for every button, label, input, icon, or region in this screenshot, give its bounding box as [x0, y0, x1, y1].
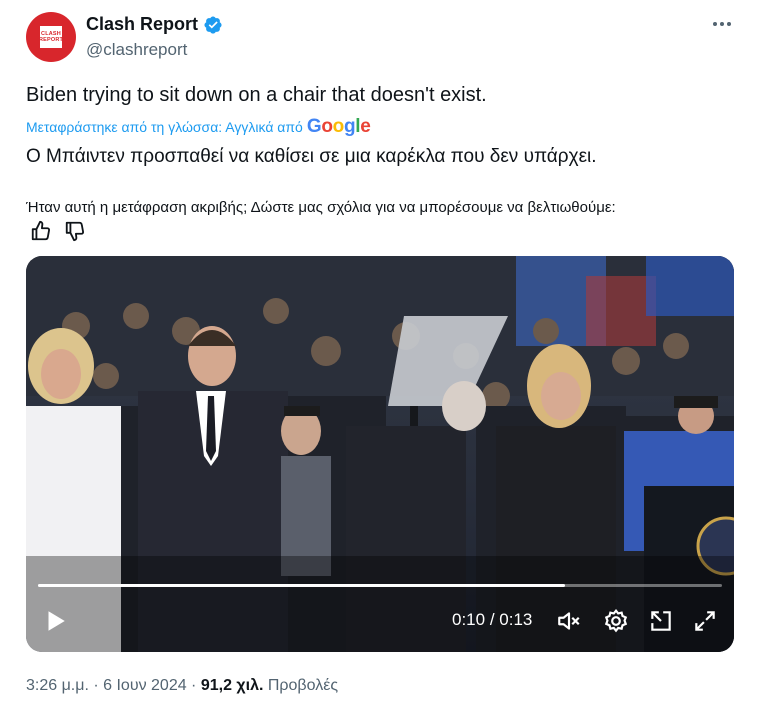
video-duration: 0:13: [499, 610, 533, 629]
mute-icon[interactable]: [556, 608, 582, 634]
video-progress-fill: [38, 584, 565, 587]
translation-feedback-prompt: Ήταν αυτή η μετάφραση ακριβής; Δώστε μας…: [26, 199, 616, 216]
views-label: Προβολές: [263, 677, 339, 694]
play-icon[interactable]: [42, 608, 68, 634]
thumbs-down-icon[interactable]: [64, 220, 86, 242]
feedback-buttons: [30, 220, 86, 242]
fullscreen-icon[interactable]: [692, 608, 718, 634]
thumbs-up-icon[interactable]: [30, 220, 52, 242]
logo-line-2: REPORT: [38, 37, 64, 43]
clash-report-logo: CLASH REPORT: [38, 26, 64, 48]
current-time: 0:10: [452, 610, 486, 629]
popout-icon[interactable]: [648, 608, 674, 634]
tweet-meta: 3:26 μ.μ. · 6 Ιουν 2024 · 91,2 χιλ. Προβ…: [26, 677, 338, 695]
video-controls: 0:10 / 0:13: [26, 580, 734, 652]
video-time: 0:10 / 0:13: [452, 610, 532, 630]
more-options-icon[interactable]: [710, 12, 734, 36]
views-count: 91,2 χιλ.: [200, 677, 264, 694]
google-logo[interactable]: Google: [307, 116, 371, 138]
settings-icon[interactable]: [603, 608, 629, 634]
author-name-row: Clash Report: [86, 14, 223, 35]
display-name[interactable]: Clash Report: [86, 14, 198, 35]
author-handle[interactable]: @clashreport: [86, 40, 187, 60]
translated-by-label: Μεταφράστηκε από τη γλώσσα: Αγγλικά από: [26, 119, 303, 135]
avatar[interactable]: CLASH REPORT: [26, 12, 76, 62]
translated-text: Ο Μπάιντεν προσπαθεί να καθίσει σε μια κ…: [26, 146, 597, 167]
tweet-text: Biden trying to sit down on a chair that…: [26, 84, 487, 106]
translated-by: Μεταφράστηκε από τη γλώσσα: Αγγλικά από …: [26, 116, 371, 138]
verified-badge-icon: [204, 15, 222, 34]
video-progress-bar[interactable]: [38, 584, 722, 587]
timestamp[interactable]: 3:26 μ.μ. · 6 Ιουν 2024 ·: [26, 677, 201, 694]
time-separator: /: [485, 610, 500, 629]
video-player[interactable]: 0:10 / 0:13: [26, 256, 734, 652]
